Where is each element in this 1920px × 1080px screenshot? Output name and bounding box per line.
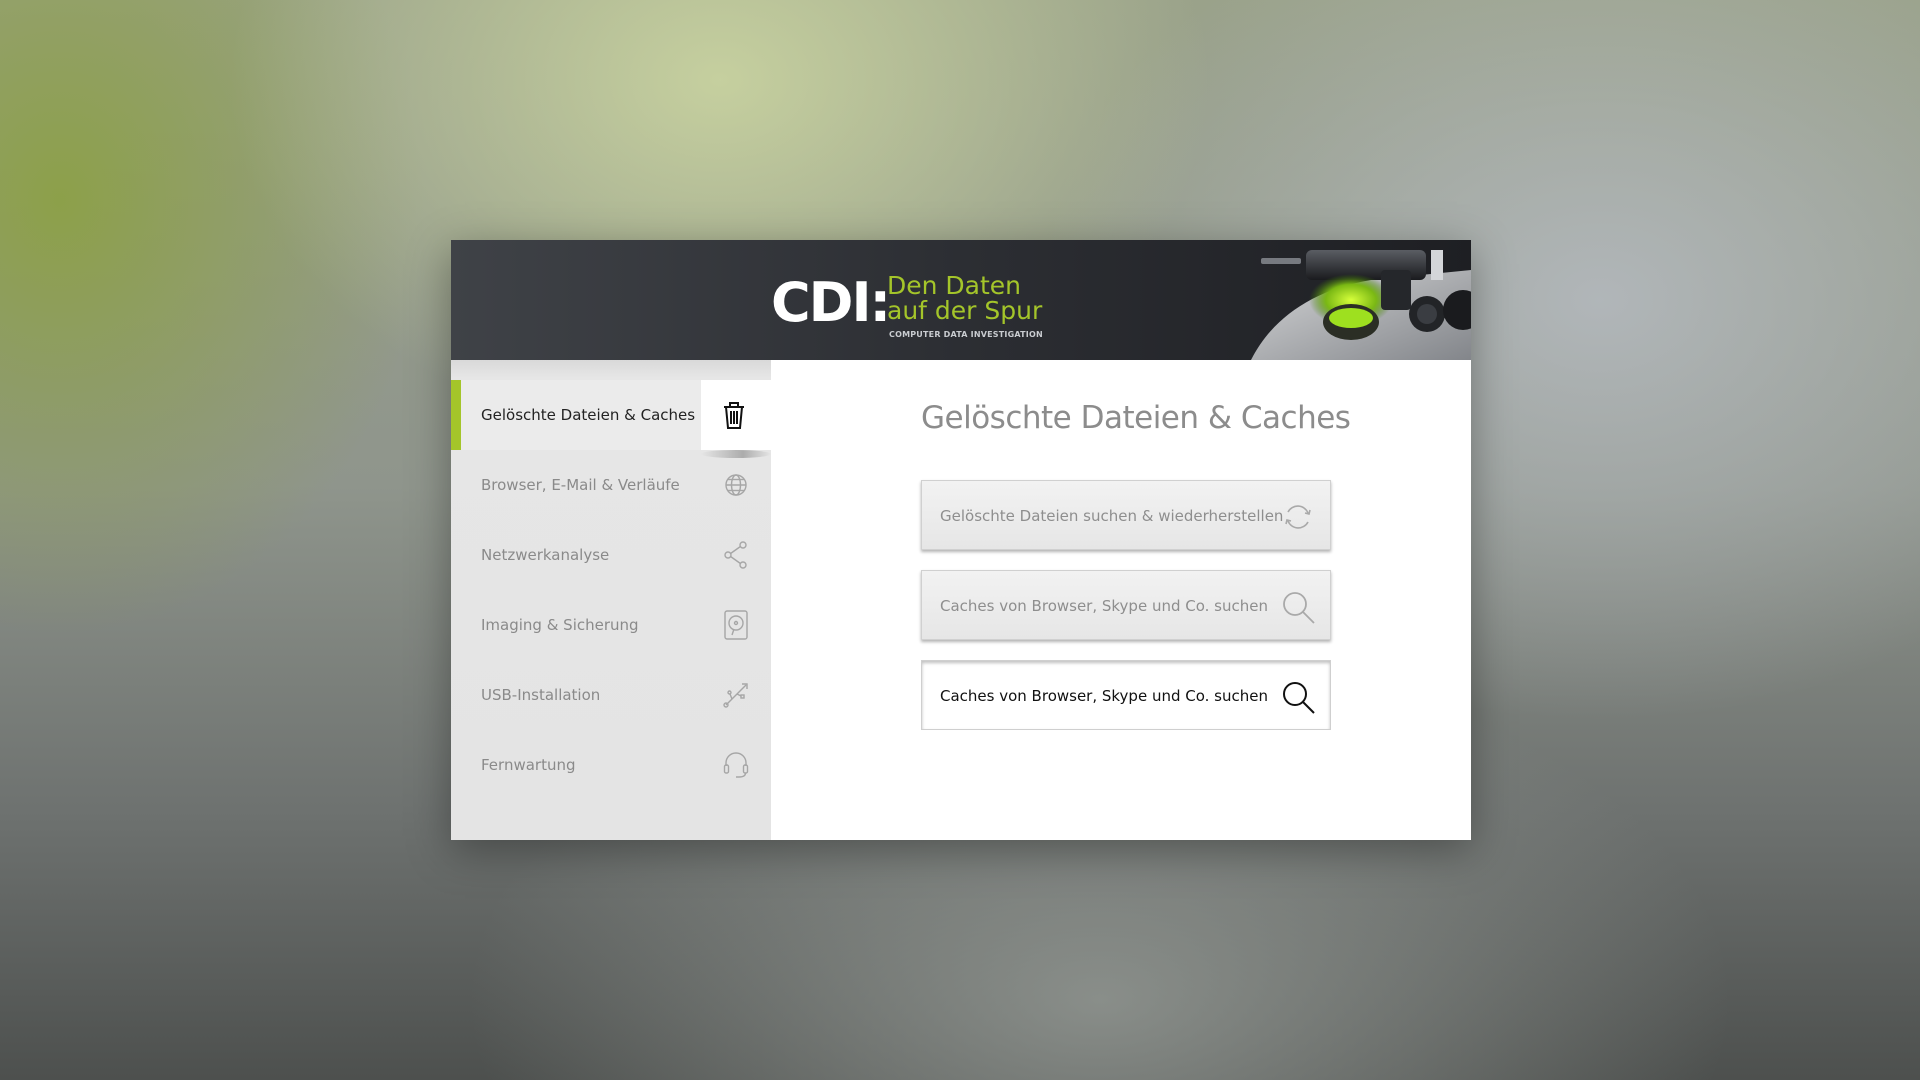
sidebar-item-deleted-files[interactable]: Gelöschte Dateien & Caches (451, 380, 771, 458)
slogan-line-2: auf der Spur (887, 296, 1043, 325)
sidebar-item-label: Gelöschte Dateien & Caches (481, 406, 696, 424)
cdi-logo: CDI: (771, 271, 891, 334)
slogan: Den Daten auf der Spur (887, 273, 1042, 323)
microscope-image (1251, 250, 1471, 360)
page-title: Gelöschte Dateien & Caches (921, 400, 1351, 436)
refresh-icon (1280, 499, 1316, 535)
sidebar-item-label: Imaging & Sicherung (481, 616, 639, 634)
disk-image-icon (721, 610, 751, 640)
trash-icon (719, 400, 749, 430)
active-accent-bar (451, 380, 461, 450)
usb-icon (721, 680, 751, 710)
sidebar-item-imaging-backup[interactable]: Imaging & Sicherung (451, 590, 771, 660)
search-caches-button[interactable]: Caches von Browser, Skype und Co. suchen (921, 570, 1331, 640)
sidebar-item-remote-support[interactable]: Fernwartung (451, 730, 771, 800)
button-label: Gelöschte Dateien suchen & wiederherstel… (940, 507, 1284, 525)
sidebar-item-label: Browser, E-Mail & Verläufe (481, 476, 680, 494)
logo-subtitle: COMPUTER DATA INVESTIGATION (889, 330, 1043, 339)
button-label: Caches von Browser, Skype und Co. suchen (940, 597, 1268, 615)
button-label: Caches von Browser, Skype und Co. suchen (940, 687, 1268, 705)
search-caches-button-hover[interactable]: Caches von Browser, Skype und Co. suchen (921, 660, 1331, 730)
sidebar-item-label: USB-Installation (481, 686, 601, 704)
sidebar-item-browser-email[interactable]: Browser, E-Mail & Verläufe (451, 450, 771, 520)
headset-icon (721, 750, 751, 780)
search-icon (1280, 679, 1316, 715)
sidebar-item-label: Netzwerkanalyse (481, 546, 610, 564)
app-window: CDI: Den Daten auf der Spur COMPUTER DAT… (451, 240, 1471, 840)
sidebar-item-network-analysis[interactable]: Netzwerkanalyse (451, 520, 771, 590)
sidebar-nav: Gelöschte Dateien & Caches Browser, E-Ma… (451, 360, 771, 840)
slogan-line-1: Den Daten (887, 271, 1022, 300)
sidebar-item-label: Fernwartung (481, 756, 576, 774)
search-icon (1280, 589, 1316, 625)
sidebar-item-usb-installation[interactable]: USB-Installation (451, 660, 771, 730)
restore-deleted-files-button[interactable]: Gelöschte Dateien suchen & wiederherstel… (921, 480, 1331, 550)
globe-icon (721, 470, 751, 500)
app-header: CDI: Den Daten auf der Spur COMPUTER DAT… (451, 240, 1471, 360)
main-content: Gelöschte Dateien & Caches Gelöschte Dat… (771, 360, 1471, 840)
share-network-icon (721, 540, 751, 570)
